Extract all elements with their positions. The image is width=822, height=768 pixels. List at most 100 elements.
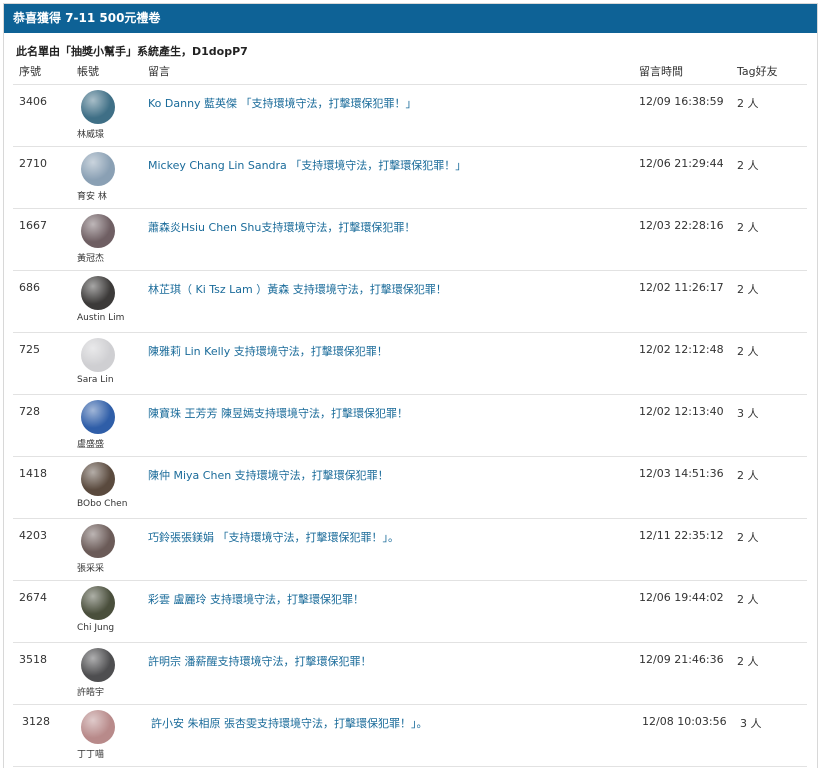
table-row: 725 Sara Lin 陳雅莉 Lin Kelly 支持環境守法，打擊環保犯罪！ 1… [13, 332, 807, 395]
comment-text[interactable]: 陳仲 Miya Chen 支持環境守法，打擊環保犯罪！ [148, 467, 639, 483]
comment-text[interactable]: 許明宗 潘薪醒支持環境守法，打擊環保犯罪！ [148, 653, 639, 669]
row-time-cell: 12/03 22:28:16 [639, 208, 737, 271]
row-account-cell: 許皓宇 [77, 642, 148, 705]
row-account-cell: 盧盛盛 [77, 394, 148, 457]
account-name[interactable]: 育安 林 [77, 189, 107, 202]
avatar[interactable] [81, 214, 115, 248]
account-name[interactable]: 黃冠杰 [77, 251, 104, 264]
row-tag-cell: 2 人 [737, 146, 807, 209]
row-tag-cell: 3 人 [737, 394, 807, 457]
tag-count: 2 人 [737, 283, 759, 296]
col-header-time: 留言時間 [639, 58, 737, 85]
row-time-cell: 12/03 14:51:36 [639, 456, 737, 519]
comment-time: 12/02 12:12:48 [639, 343, 724, 356]
avatar[interactable] [81, 90, 115, 124]
row-message-cell: Mickey Chang Lin Sandra 「支持環境守法，打擊環保犯罪！」 [148, 146, 639, 209]
table-row: 3128 丁丁喵 許小安 朱相原 張杏雯支持環境守法，打擊環保犯罪！」。 12/08 … [13, 704, 807, 767]
account-name[interactable]: 盧盛盛 [77, 437, 104, 450]
account-name[interactable]: 林威璟 [77, 127, 104, 140]
comment-text[interactable]: 巧鈴張張鎂娟 「支持環境守法，打擊環保犯罪！」。 [148, 529, 639, 545]
avatar[interactable] [81, 338, 115, 372]
row-id: 2710 [19, 157, 47, 170]
avatar[interactable] [81, 648, 115, 682]
row-tag-cell: 2 人 [737, 456, 807, 519]
comment-text[interactable]: 陳寶珠 王芳芳 陳昱嫣支持環境守法，打擊環保犯罪！ [148, 405, 639, 421]
tag-count: 2 人 [737, 531, 759, 544]
row-message-cell: 巧鈴張張鎂娟 「支持環境守法，打擊環保犯罪！」。 [148, 518, 639, 581]
avatar[interactable] [81, 524, 115, 558]
account-name[interactable]: 許皓宇 [77, 685, 104, 698]
table-row: 2674 Chi Jung 彩雲 盧麗玲 支持環境守法，打擊環保犯罪！ 12/06 1… [13, 580, 807, 643]
row-account-cell: 黃冠杰 [77, 208, 148, 271]
banner-title: 恭喜獲得 7-11 500元禮卷 [13, 11, 161, 25]
account-name[interactable]: BObo Chen [77, 499, 127, 509]
account-name[interactable]: Chi Jung [77, 623, 114, 633]
row-message-cell: 許小安 朱相原 張杏雯支持環境守法，打擊環保犯罪！」。 [148, 704, 639, 767]
tag-count: 2 人 [737, 221, 759, 234]
row-tag-cell: 2 人 [737, 84, 807, 147]
row-tag-cell: 2 人 [737, 208, 807, 271]
tag-count: 2 人 [737, 97, 759, 110]
row-id: 3406 [19, 95, 47, 108]
row-id-cell: 686 [13, 270, 77, 333]
account-name[interactable]: Sara Lin [77, 375, 114, 385]
comment-time: 12/02 11:26:17 [639, 281, 724, 294]
row-id: 1667 [19, 219, 47, 232]
row-id-cell: 3128 [13, 704, 77, 767]
tag-count: 2 人 [737, 593, 759, 606]
row-message-cell: 彩雲 盧麗玲 支持環境守法，打擊環保犯罪！ [148, 580, 639, 643]
comment-text[interactable]: 林芷琪（ Ki Tsz Lam ）黃森 支持環境守法，打擊環保犯罪！ [148, 281, 639, 297]
comment-text[interactable]: 許小安 朱相原 張杏雯支持環境守法，打擊環保犯罪！」。 [151, 715, 639, 731]
row-id: 725 [19, 343, 40, 356]
table-header-row: 序號 帳號 留言 留言時間 Tag好友 [13, 58, 807, 85]
account-name[interactable]: Austin Lim [77, 313, 124, 323]
table-row: 1667 黃冠杰 蕭森炎Hsiu Chen Shu支持環境守法，打擊環保犯罪！ 12/… [13, 208, 807, 271]
avatar[interactable] [81, 710, 115, 744]
row-message-cell: 陳仲 Miya Chen 支持環境守法，打擊環保犯罪！ [148, 456, 639, 519]
winner-table: 序號 帳號 留言 留言時間 Tag好友 3406 林威璟 Ko Danny 藍英傑 … [13, 58, 807, 767]
avatar[interactable] [81, 276, 115, 310]
table-row: 4203 張采采 巧鈴張張鎂娟 「支持環境守法，打擊環保犯罪！」。 12/11 22:… [13, 518, 807, 581]
row-account-cell: 林威璟 [77, 84, 148, 147]
row-tag-cell: 2 人 [737, 580, 807, 643]
tag-count: 2 人 [737, 159, 759, 172]
col-header-message: 留言 [148, 58, 639, 85]
account-name[interactable]: 丁丁喵 [77, 747, 104, 760]
comment-text[interactable]: 蕭森炎Hsiu Chen Shu支持環境守法，打擊環保犯罪！ [148, 219, 639, 235]
row-id: 4203 [19, 529, 47, 542]
row-id-cell: 1418 [13, 456, 77, 519]
table-row: 2710 育安 林 Mickey Chang Lin Sandra 「支持環境守法，… [13, 146, 807, 209]
row-id-cell: 3518 [13, 642, 77, 705]
comment-text[interactable]: 陳雅莉 Lin Kelly 支持環境守法，打擊環保犯罪！ [148, 343, 639, 359]
row-id: 2674 [19, 591, 47, 604]
avatar[interactable] [81, 462, 115, 496]
table-row: 3518 許皓宇 許明宗 潘薪醒支持環境守法，打擊環保犯罪！ 12/09 21:46:… [13, 642, 807, 705]
col-header-tag: Tag好友 [737, 58, 807, 85]
list-source-note: 此名單由「抽獎小幫手」系統產生，D1dopP7 [16, 45, 248, 58]
row-tag-cell: 2 人 [737, 642, 807, 705]
comment-time: 12/06 21:29:44 [639, 157, 724, 170]
col-header-id: 序號 [13, 58, 77, 85]
row-id-cell: 725 [13, 332, 77, 395]
avatar[interactable] [81, 586, 115, 620]
row-id-cell: 3406 [13, 84, 77, 147]
comment-time: 12/11 22:35:12 [639, 529, 724, 542]
row-id-cell: 728 [13, 394, 77, 457]
comment-time: 12/03 14:51:36 [639, 467, 724, 480]
tag-count: 2 人 [737, 345, 759, 358]
avatar[interactable] [81, 152, 115, 186]
row-time-cell: 12/02 12:13:40 [639, 394, 737, 457]
comment-text[interactable]: 彩雲 盧麗玲 支持環境守法，打擊環保犯罪！ [148, 591, 639, 607]
table-row: 3406 林威璟 Ko Danny 藍英傑 「支持環境守法，打擊環保犯罪！」 12/0… [13, 84, 807, 147]
row-id: 728 [19, 405, 40, 418]
row-time-cell: 12/11 22:35:12 [639, 518, 737, 581]
comment-text[interactable]: Ko Danny 藍英傑 「支持環境守法，打擊環保犯罪！」 [148, 95, 639, 111]
account-name[interactable]: 張采采 [77, 561, 104, 574]
comment-text[interactable]: Mickey Chang Lin Sandra 「支持環境守法，打擊環保犯罪！」 [148, 157, 639, 173]
row-id-cell: 4203 [13, 518, 77, 581]
table-row: 728 盧盛盛 陳寶珠 王芳芳 陳昱嫣支持環境守法，打擊環保犯罪！ 12/02 12:… [13, 394, 807, 457]
row-account-cell: BObo Chen [77, 456, 148, 519]
avatar[interactable] [81, 400, 115, 434]
row-message-cell: 陳雅莉 Lin Kelly 支持環境守法，打擊環保犯罪！ [148, 332, 639, 395]
row-account-cell: 育安 林 [77, 146, 148, 209]
